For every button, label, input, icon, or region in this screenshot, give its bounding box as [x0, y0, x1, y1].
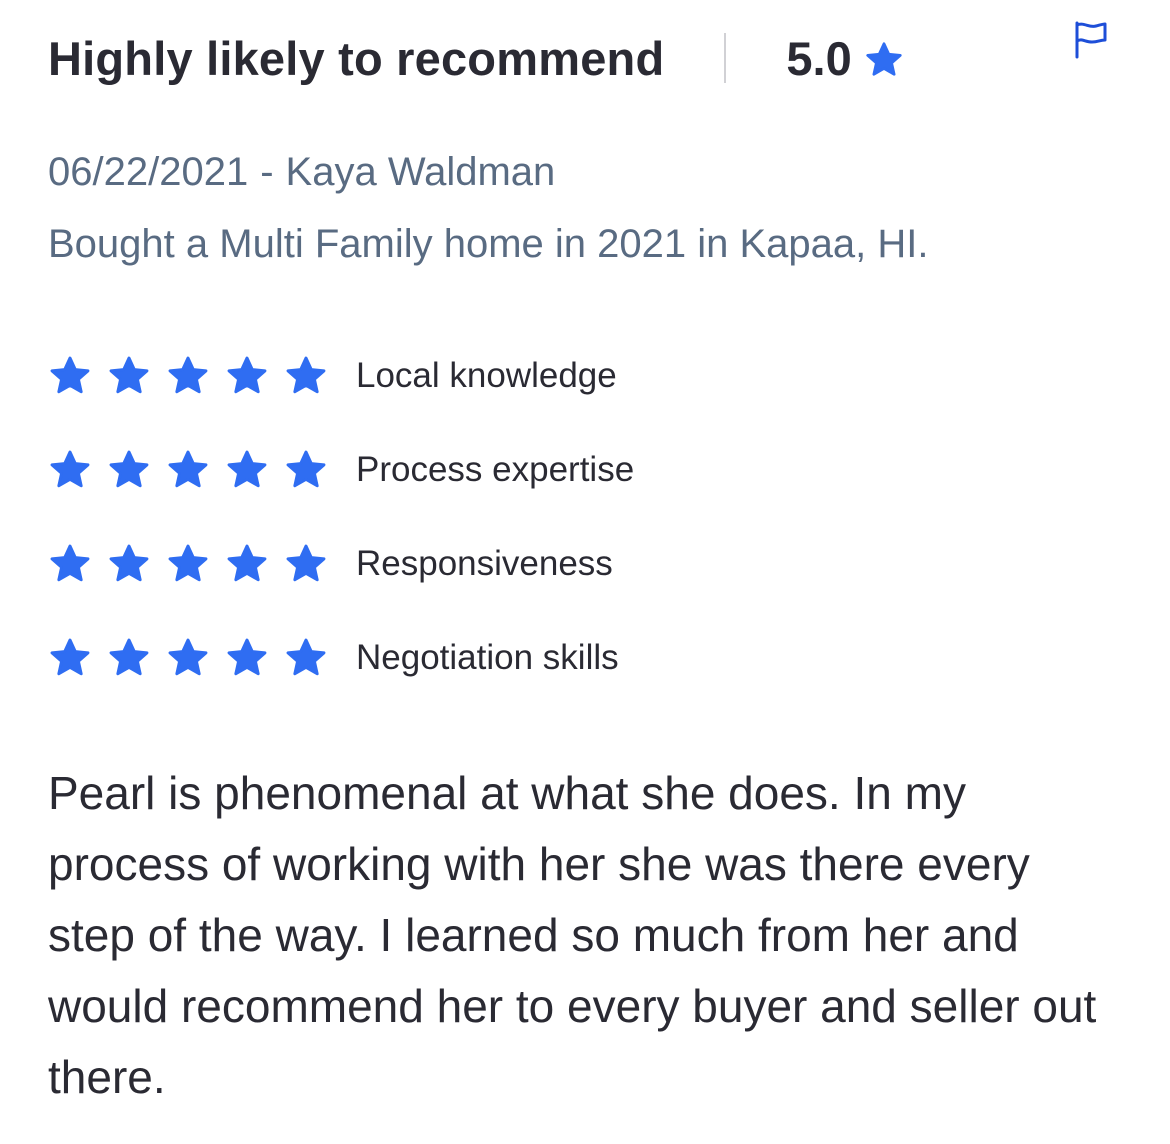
review-date: 06/22/2021: [48, 150, 249, 194]
rating-stars: [48, 448, 328, 492]
header-divider: [724, 33, 727, 83]
star-icon: [227, 544, 267, 582]
star-icon: [227, 450, 267, 488]
rating-row: Responsiveness: [48, 540, 634, 588]
star-icon: [286, 638, 326, 676]
rating-label: Negotiation skills: [356, 638, 619, 677]
star-icon: [50, 356, 90, 394]
category-ratings: Local knowledge Process expertise Responsi…: [48, 352, 634, 728]
star-icon: [168, 544, 208, 582]
rating-stars: [48, 542, 328, 586]
rating-label: Responsiveness: [356, 544, 613, 583]
review-headline: Highly likely to recommend: [48, 31, 665, 85]
star-icon: [286, 450, 326, 488]
rating-label: Local knowledge: [356, 356, 617, 395]
star-icon: [866, 42, 902, 76]
rating-stars: [48, 636, 328, 680]
rating-label: Process expertise: [356, 450, 635, 489]
star-icon: [286, 544, 326, 582]
meta-separator: -: [260, 150, 274, 194]
reviewer-name: Kaya Waldman: [285, 150, 556, 194]
rating-row: Local knowledge: [48, 352, 634, 400]
rating-row: Process expertise: [48, 446, 634, 494]
star-icon: [109, 450, 149, 488]
star-icon: [168, 638, 208, 676]
star-icon: [168, 450, 208, 488]
rating-stars: [48, 354, 328, 398]
star-icon: [227, 638, 267, 676]
star-icon: [227, 356, 267, 394]
star-icon: [109, 356, 149, 394]
review-card: Highly likely to recommend 5.0 06/22/202…: [48, 0, 1128, 1144]
star-icon: [50, 544, 90, 582]
rating-row: Negotiation skills: [48, 634, 634, 682]
star-icon: [109, 638, 149, 676]
flag-icon[interactable]: [1072, 20, 1108, 60]
star-icon: [109, 544, 149, 582]
review-meta: 06/22/2021- Kaya Waldman: [48, 150, 555, 195]
star-icon: [168, 356, 208, 394]
transaction-summary: Bought a Multi Family home in 2021 in Ka…: [48, 222, 929, 266]
star-icon: [286, 356, 326, 394]
review-body: Pearl is phenomenal at what she does. In…: [48, 767, 1097, 1103]
overall-score: 5.0: [786, 31, 852, 85]
review-header: Highly likely to recommend 5.0: [48, 26, 904, 90]
star-icon: [50, 638, 90, 676]
star-icon: [50, 450, 90, 488]
